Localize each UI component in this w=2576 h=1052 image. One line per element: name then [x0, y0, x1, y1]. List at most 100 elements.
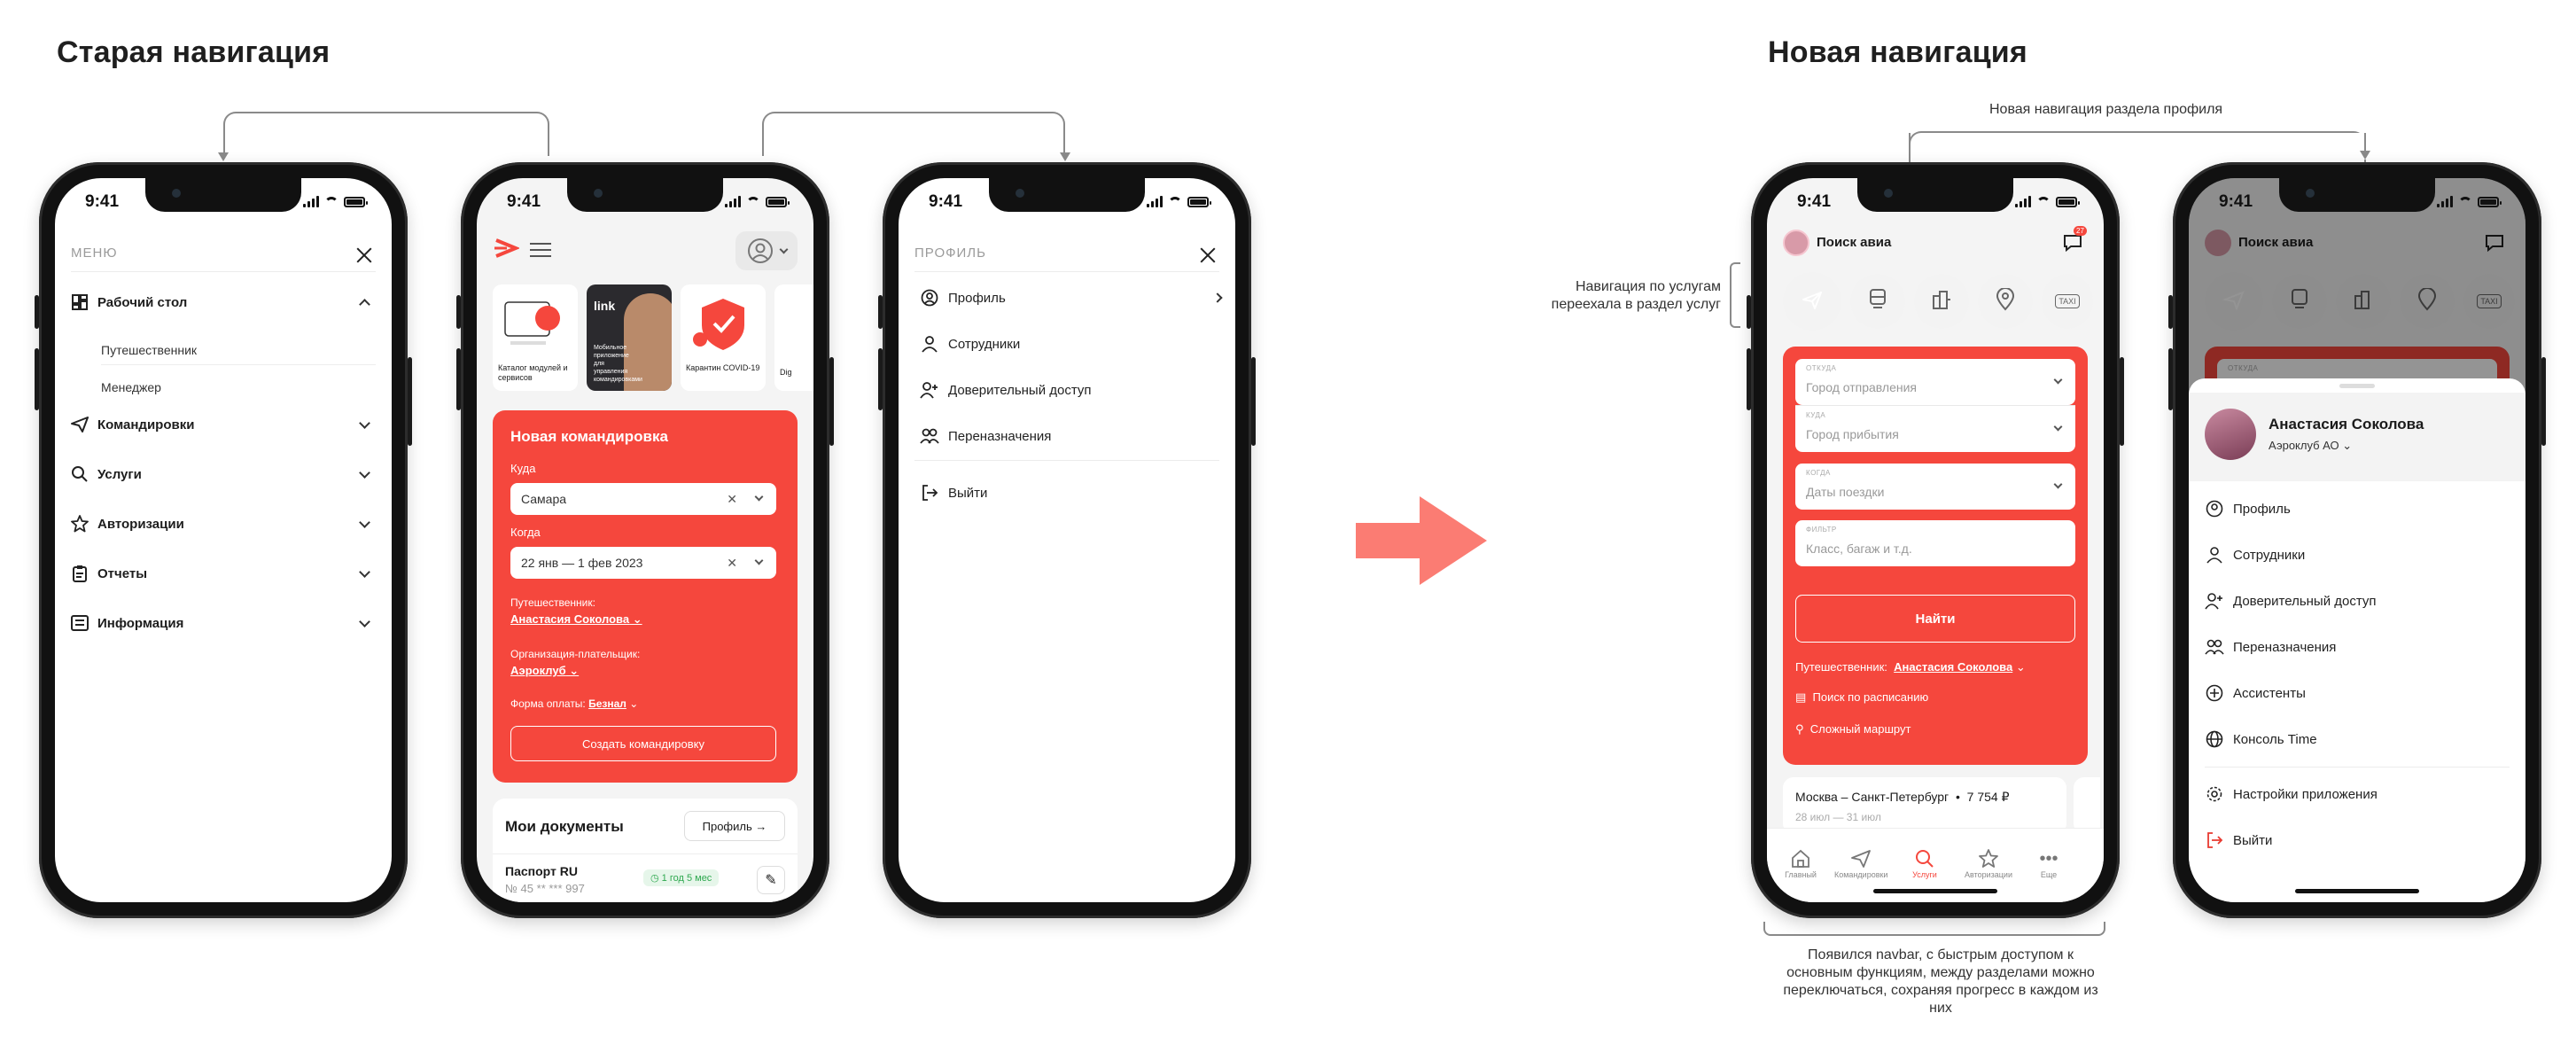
- logout-item[interactable]: Выйти: [2205, 829, 2272, 852]
- nav-services[interactable]: Услуги: [1898, 847, 1951, 879]
- search-icon: [71, 465, 89, 483]
- org-label: Организация-плательщик:: [510, 648, 641, 660]
- globe-icon: [2205, 729, 2224, 749]
- create-trip-button[interactable]: Создать командировку: [510, 726, 776, 761]
- service-transfer[interactable]: [1978, 274, 2033, 329]
- nav-authorizations[interactable]: Авторизации: [1962, 847, 2015, 879]
- card-title: Новая командировка: [510, 428, 668, 445]
- logout-item[interactable]: Выйти: [920, 481, 987, 504]
- traveler-row: Путешественник: Анастасия Соколова ⌄: [1795, 660, 2026, 674]
- close-icon[interactable]: [1198, 245, 1218, 265]
- close-icon[interactable]: [354, 245, 374, 265]
- service-train[interactable]: [1850, 274, 1905, 329]
- transition-arrow-icon: [1356, 496, 1487, 585]
- to-field[interactable]: КУДА Город прибытия: [1795, 406, 2075, 452]
- star-icon: [1962, 847, 2015, 870]
- profile-item-assistants[interactable]: Ассистенты: [2205, 682, 2306, 705]
- org-select[interactable]: Аэроклуб ⌄: [510, 664, 579, 678]
- clipboard-icon: [71, 565, 89, 582]
- search-icon: [1898, 847, 1951, 870]
- service-air[interactable]: [1783, 272, 1841, 331]
- recent-search-card[interactable]: Москва – Санкт-Петербург • 7 754 ₽ 28 ию…: [1783, 777, 2066, 834]
- dates-field[interactable]: КОГДА Даты поездки: [1795, 464, 2075, 510]
- connector-menu: [223, 112, 549, 156]
- user-icon: [920, 334, 939, 354]
- dates-field[interactable]: 22 янв — 1 фев 2023 ✕: [510, 547, 776, 579]
- when-label: Когда: [510, 526, 541, 539]
- profile-item-reassignments[interactable]: Переназначения: [920, 425, 1051, 448]
- documents-card: Мои документы Профиль → Паспорт RU № 45 …: [493, 799, 798, 902]
- menu-header: МЕНЮ: [71, 240, 376, 272]
- chat-icon[interactable]: 27: [2063, 226, 2087, 257]
- profile-item-profile[interactable]: Профиль: [920, 286, 1223, 309]
- phone-new-home: 9:41 Поиск авиа 27 TAXI ОТКУДА Город отп…: [1747, 162, 2124, 918]
- callout-navbar: Появился navbar, с быстрым доступом к ос…: [1783, 947, 2098, 1016]
- app-settings-item[interactable]: Настройки приложения: [2205, 783, 2378, 806]
- profile-item-employees[interactable]: Сотрудники: [920, 332, 1020, 355]
- traveler-select[interactable]: Анастасия Соколова: [1894, 660, 2012, 674]
- service-taxi[interactable]: TAXI: [2042, 274, 2093, 329]
- schedule-search-link[interactable]: ▤ Поиск по расписанию: [1795, 690, 1928, 705]
- menu-item-reports[interactable]: Отчеты: [71, 560, 376, 587]
- menu-item-information[interactable]: Информация: [71, 610, 376, 636]
- avatar[interactable]: [1783, 230, 1809, 256]
- submenu-traveler[interactable]: Путешественник: [101, 343, 197, 357]
- nav-trips[interactable]: Командировки: [1834, 847, 1887, 879]
- story-mobile-app[interactable]: link Мобильное приложение для управления…: [587, 284, 672, 391]
- profile-item-employees[interactable]: Сотрудники: [2205, 543, 2305, 566]
- story-catalog[interactable]: Каталог модулей и сервисов: [493, 284, 578, 391]
- menu-item-trips[interactable]: Командировки: [71, 411, 376, 438]
- story-digital[interactable]: Dig: [774, 284, 813, 391]
- clear-icon[interactable]: ✕: [727, 556, 737, 571]
- profile-item-reassignments[interactable]: Переназначения: [2205, 635, 2336, 658]
- profile-item-time-console[interactable]: Консоль Time: [2205, 728, 2317, 751]
- profile-avatar-button[interactable]: [735, 231, 798, 270]
- hamburger-icon[interactable]: [530, 242, 551, 262]
- submenu-manager[interactable]: Менеджер: [101, 380, 161, 394]
- menu-item-services[interactable]: Услуги: [71, 461, 376, 487]
- chevron-down-icon: [754, 556, 764, 565]
- find-button[interactable]: Найти: [1795, 595, 2075, 643]
- logout-icon: [2205, 830, 2224, 850]
- menu-item-dashboard[interactable]: Рабочий стол: [71, 289, 376, 316]
- profile-button[interactable]: Профиль →: [684, 811, 785, 841]
- complex-route-link[interactable]: ⚲ Сложный маршрут: [1795, 722, 1911, 736]
- chevron-down-icon: [754, 492, 764, 502]
- profile-item-trusted-access[interactable]: Доверительный доступ: [920, 378, 1092, 401]
- user-circle-icon: [2205, 499, 2224, 518]
- logout-icon: [920, 483, 939, 503]
- service-hotel[interactable]: [1914, 274, 1969, 329]
- traveler-label: Путешественник:: [510, 596, 595, 609]
- pay-select[interactable]: Безнал: [588, 697, 626, 710]
- user-plus-icon: [920, 380, 939, 400]
- status-time: 9:41: [2219, 192, 2253, 211]
- bracket-navbar: [1763, 922, 2105, 936]
- new-trip-card: Новая командировка Куда Самара ✕ Когда 2…: [493, 410, 798, 783]
- filters-field[interactable]: ФИЛЬТР Класс, багаж и т.д.: [1795, 520, 2075, 566]
- destination-field[interactable]: Самара ✕: [510, 483, 776, 515]
- to-label: Куда: [510, 462, 536, 475]
- traveler-select[interactable]: Анастасия Соколова ⌄: [510, 612, 642, 627]
- users-icon: [920, 426, 939, 446]
- avatar[interactable]: [2205, 409, 2256, 460]
- story-covid[interactable]: Карантин COVID-19: [681, 284, 766, 391]
- profile-header: ПРОФИЛЬ: [914, 240, 1219, 272]
- edit-icon[interactable]: ✎: [757, 866, 785, 894]
- user-circle-icon: [920, 288, 939, 308]
- hotel-icon: [1931, 289, 1952, 315]
- battery-icon: [344, 196, 368, 207]
- profile-item-trusted-access[interactable]: Доверительный доступ: [2205, 589, 2377, 612]
- sheet-handle[interactable]: [2339, 384, 2375, 388]
- menu-item-authorizations[interactable]: Авторизации: [71, 510, 376, 537]
- status-time: 9:41: [507, 192, 541, 211]
- clear-icon[interactable]: ✕: [727, 492, 737, 507]
- profile-item-profile[interactable]: Профиль: [2205, 497, 2291, 520]
- users-icon: [2205, 637, 2224, 657]
- nav-home[interactable]: Главный: [1774, 847, 1827, 879]
- nav-more[interactable]: ••• Еще: [2024, 847, 2074, 880]
- phone-old-menu: 9:41 МЕНЮ Рабочий стол Путешественник Ме…: [35, 162, 412, 918]
- from-field[interactable]: ОТКУДА Город отправления: [1795, 359, 2075, 405]
- signal-icon: [303, 196, 319, 207]
- send-icon: [1834, 847, 1887, 870]
- company-select[interactable]: Аэроклуб АО ⌄: [2269, 439, 2352, 453]
